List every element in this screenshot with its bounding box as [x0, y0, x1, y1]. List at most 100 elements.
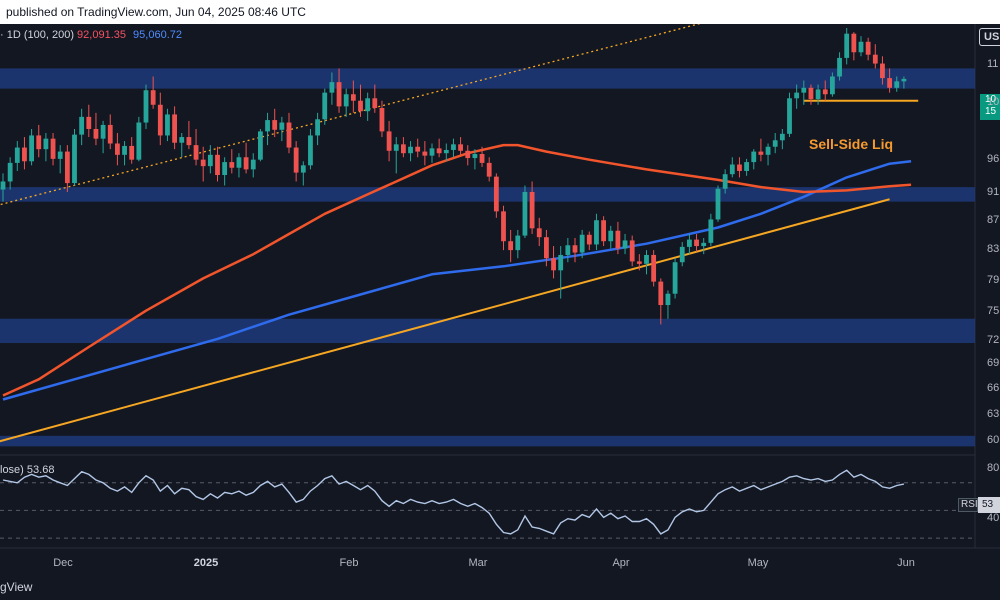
candle-body: [551, 258, 556, 271]
candle-body: [93, 128, 99, 139]
price-tick-label: 63: [987, 408, 1000, 420]
price-tick-label: 69: [987, 357, 1000, 369]
legend-ma100-value: 92,091.35: [77, 29, 126, 41]
candle-body: [336, 82, 342, 107]
price-tick-label: 60: [987, 434, 1000, 446]
candle-body: [315, 119, 320, 136]
candle-body: [22, 147, 27, 162]
candle-body: [544, 237, 549, 259]
candle-body: [236, 157, 242, 168]
price-tick-label: 72: [987, 334, 1000, 346]
candle-body: [179, 137, 185, 143]
candle-body: [172, 114, 177, 143]
candle-body: [479, 154, 485, 163]
support-resistance-zone: [0, 435, 975, 447]
candle-body: [858, 41, 864, 53]
publish-header: published on TradingView.com, Jun 04, 20…: [0, 0, 1000, 24]
price-tick-label: 10: [987, 96, 1000, 108]
candle-body: [486, 162, 492, 177]
candle-body: [772, 140, 778, 147]
rsi-line: [2, 469, 905, 535]
candle-body: [386, 131, 392, 151]
candle-body: [443, 149, 449, 154]
price-tick-label: 79: [987, 274, 1000, 286]
candle-body: [136, 122, 142, 160]
candle-body: [801, 87, 807, 93]
time-tick-label: May: [747, 557, 769, 569]
candle-body: [644, 254, 649, 264]
candle-body: [308, 135, 313, 166]
candle-body: [458, 144, 463, 151]
candle-body: [293, 147, 299, 173]
candle-body: [401, 144, 406, 154]
candle-body: [57, 151, 63, 159]
candle-body: [422, 151, 428, 156]
candle-body: [694, 239, 699, 247]
candle-body: [529, 191, 535, 229]
candle-body: [894, 81, 900, 88]
candle-body: [729, 164, 735, 175]
candle-body: [844, 33, 850, 58]
price-tick-label: 66: [987, 382, 1000, 394]
candle-body: [887, 78, 892, 88]
price-tick-label: 87: [987, 214, 1000, 226]
candle-body: [629, 240, 635, 262]
candle-body: [522, 191, 528, 236]
candle-body: [86, 116, 92, 129]
candle-body: [687, 239, 692, 247]
candle-body: [322, 92, 328, 120]
candle-body: [50, 138, 56, 159]
candle-body: [751, 151, 757, 163]
candle-body: [536, 228, 542, 238]
candle-body: [501, 211, 506, 242]
price-tick-label: 96: [987, 153, 1000, 165]
candle-body: [343, 94, 349, 107]
legend-ma200-value: 95,060.72: [133, 29, 182, 41]
candle-body: [815, 89, 821, 100]
candle-body: [515, 235, 521, 251]
candle-body: [651, 254, 657, 282]
candle-body: [36, 135, 42, 150]
rsi-tag-value: 53: [978, 497, 1000, 513]
support-resistance-zone: [0, 318, 975, 343]
support-resistance-zone: [0, 187, 975, 202]
candle-body: [708, 219, 714, 243]
price-tick-label: 75: [987, 305, 1000, 317]
candle-body: [186, 137, 192, 146]
rsi-legend-label: lose): [0, 464, 24, 476]
currency-button[interactable]: US: [979, 28, 1000, 46]
candle-body: [636, 261, 642, 264]
candle-body: [115, 143, 120, 155]
candle-body: [451, 144, 456, 150]
candle-body: [880, 63, 885, 79]
candle-body: [508, 241, 514, 251]
candle-body: [579, 234, 585, 253]
time-tick-label: 2025: [193, 557, 219, 569]
candle-body: [758, 151, 764, 155]
price-chart[interactable]: [0, 0, 1000, 600]
time-tick-label: Feb: [339, 557, 359, 569]
candle-body: [851, 33, 857, 53]
candle-body: [622, 240, 628, 249]
candle-body: [229, 162, 235, 168]
price-tick-label: 91: [987, 186, 1000, 198]
candle-body: [300, 165, 306, 173]
candle-body: [207, 154, 213, 167]
candle-body: [100, 124, 106, 139]
rsi-tick-label: 80: [987, 462, 1000, 474]
tradingview-logo-text: gView: [0, 580, 33, 594]
publish-info: published on TradingView.com, Jun 04, 20…: [6, 5, 306, 19]
candle-body: [365, 98, 371, 112]
candle-body: [107, 124, 113, 144]
candle-body: [150, 90, 156, 105]
time-tick-label: Mar: [468, 557, 488, 569]
candle-body: [215, 154, 220, 176]
price-tick-label: 11: [987, 58, 999, 70]
candle-body: [765, 146, 771, 155]
candle-body: [465, 150, 471, 159]
rsi-value-tag: RSI 53: [958, 497, 1000, 513]
candle-body: [558, 254, 564, 271]
candle-body: [29, 135, 34, 162]
time-tick-label: Jun: [897, 557, 915, 569]
candle-body: [122, 145, 127, 155]
